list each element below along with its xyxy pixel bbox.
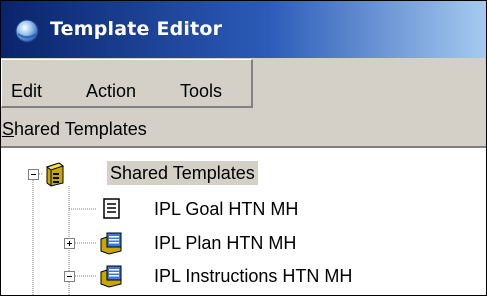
ipl-plan-expand-toggle[interactable] <box>64 238 75 249</box>
menu-tools[interactable]: Tools <box>180 81 222 102</box>
tree-root-label[interactable]: Shared Templates <box>107 161 258 185</box>
menu-bar: Edit Action Tools <box>1 58 486 110</box>
root-collapse-toggle[interactable] <box>28 169 39 180</box>
tree-item-ipl-instructions[interactable]: IPL Instructions HTN MH <box>151 264 355 288</box>
template-editor-window: Template Editor Edit Action Tools Shared… <box>0 0 487 296</box>
panel-header: Shared Templates <box>1 110 486 146</box>
globe-icon[interactable] <box>15 19 39 43</box>
template-book-icon[interactable] <box>99 264 122 288</box>
tree-item-ipl-goal[interactable]: IPL Goal HTN MH <box>151 197 301 221</box>
panel-title-mnemonic: S <box>2 119 15 139</box>
panel-title-rest: hared Templates <box>14 119 147 139</box>
template-tree[interactable]: Shared Templates IPL Goal HTN MH IPL Pla… <box>1 146 486 295</box>
menu-action[interactable]: Action <box>86 81 136 102</box>
panel-title[interactable]: Shared Templates <box>2 119 147 140</box>
window-title: Template Editor <box>50 18 223 40</box>
menu-edit[interactable]: Edit <box>11 81 42 102</box>
template-book-icon[interactable] <box>99 231 122 255</box>
menu-group: Edit Action Tools <box>1 59 253 108</box>
shared-templates-folder-icon[interactable] <box>43 161 65 187</box>
title-bar[interactable]: Template Editor <box>1 1 486 58</box>
tree-item-ipl-plan[interactable]: IPL Plan HTN MH <box>151 231 299 255</box>
document-icon[interactable] <box>101 198 123 220</box>
ipl-instructions-collapse-toggle[interactable] <box>64 271 75 282</box>
